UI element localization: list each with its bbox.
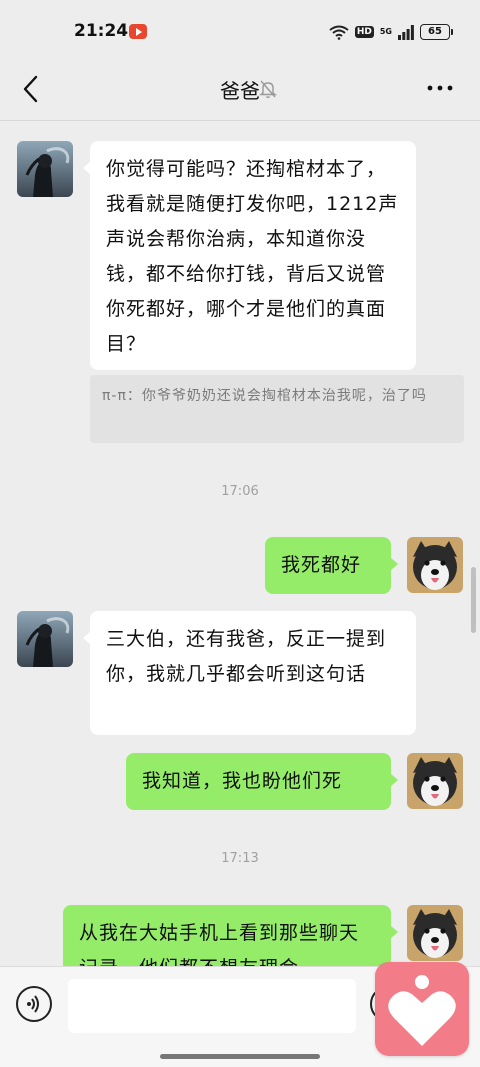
wifi-icon — [329, 25, 349, 40]
chat-header: 爸爸 — [0, 62, 480, 120]
message-bubble-received[interactable]: 三大伯，还有我爸，反正一提到你，我就几乎都会听到这句话 — [83, 611, 416, 735]
status-indicators: HD 5G 65 — [329, 22, 453, 42]
message-list[interactable]: 你觉得可能吗？还掏棺材本了，我看就是随便打发你吧，1212声声说会帮你治病，本知… — [0, 121, 480, 966]
cell-signal-icon — [398, 24, 414, 40]
hd-badge: HD — [354, 26, 374, 38]
quoted-reply[interactable]: π-π：你爷爷奶奶还说会掏棺材本治我呢，治了吗 — [90, 375, 464, 443]
my-avatar[interactable] — [407, 905, 463, 961]
timestamp: 17:13 — [221, 851, 259, 866]
voice-icon — [27, 995, 39, 1013]
battery-icon: 65 — [420, 24, 453, 40]
heart-person-icon — [388, 975, 456, 1046]
my-avatar[interactable] — [407, 753, 463, 809]
message-bubble-received[interactable]: 你觉得可能吗？还掏棺材本了，我看就是随便打发你吧，1212声声说会帮你治病，本知… — [83, 141, 416, 370]
chat-title: 爸爸 — [220, 79, 260, 103]
message-bubble-sent[interactable]: 我死都好 — [265, 537, 398, 594]
scrollbar-thumb[interactable] — [471, 567, 476, 633]
message-input[interactable] — [68, 979, 356, 1033]
network-type: 5G — [379, 27, 392, 36]
contact-avatar[interactable] — [17, 611, 73, 667]
status-time: 21:24 — [74, 21, 129, 41]
status-bar: 21:24 HD 5G 65 — [0, 0, 480, 62]
contact-avatar[interactable] — [17, 141, 73, 197]
timestamp: 17:06 — [221, 484, 259, 499]
message-bubble-sent[interactable]: 我知道，我也盼他们死 — [126, 753, 398, 810]
voice-input-button[interactable] — [16, 986, 52, 1022]
screen-record-icon — [129, 24, 147, 39]
message-bubble-sent[interactable]: 从我在大姑手机上看到那些聊天记录，他们都不想友理会 — [63, 905, 398, 966]
floating-heart-widget[interactable] — [375, 962, 469, 1056]
mute-bell-icon — [259, 80, 277, 99]
more-options-button[interactable] — [426, 75, 454, 101]
home-indicator[interactable] — [160, 1054, 320, 1059]
my-avatar[interactable] — [407, 537, 463, 593]
more-icon — [427, 85, 453, 91]
